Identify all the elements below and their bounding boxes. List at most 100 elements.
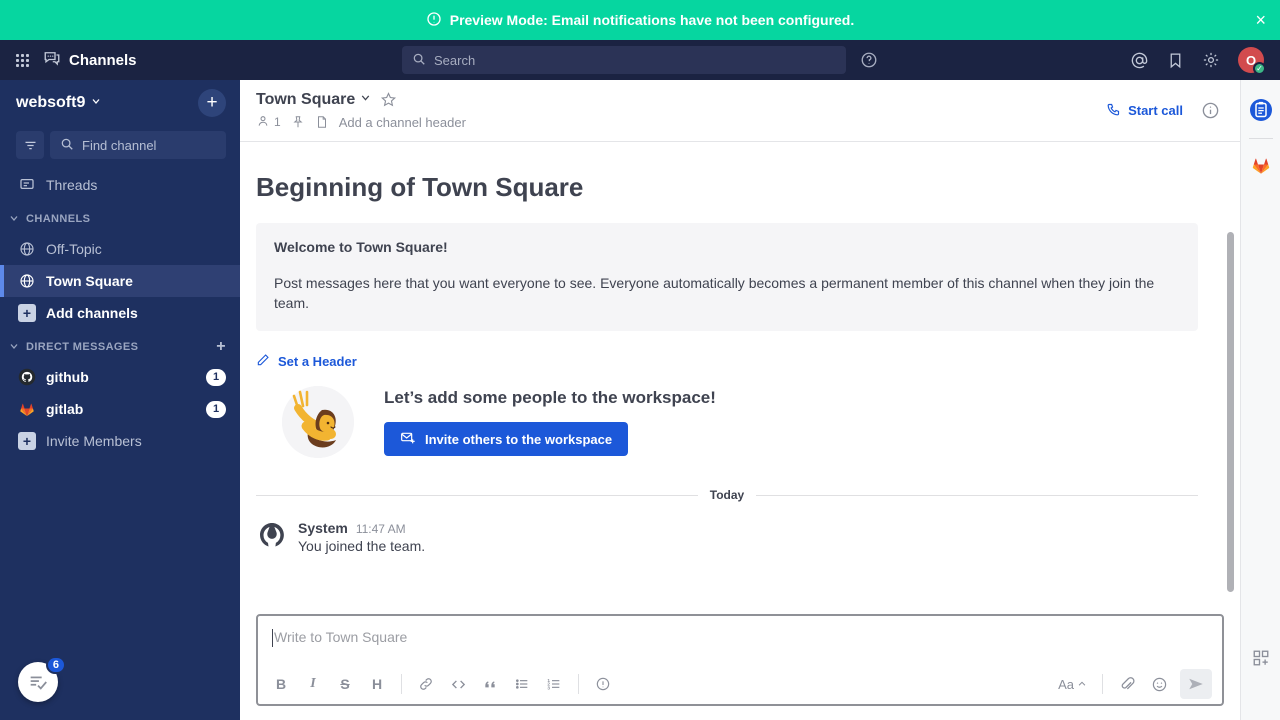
invite-others-button[interactable]: Invite others to the workspace: [384, 422, 629, 456]
search-placeholder: Search: [434, 52, 476, 68]
sidebar-item-label: Off-Topic: [46, 241, 102, 257]
message-input[interactable]: Write to Town Square: [258, 616, 1222, 664]
sidebar-category-channels[interactable]: CHANNELS: [0, 205, 240, 233]
open-direct-message-button[interactable]: +: [216, 339, 226, 355]
post-timestamp: 11:47 AM: [355, 522, 406, 536]
send-button[interactable]: [1180, 669, 1212, 699]
channels-icon: [43, 49, 61, 71]
invite-people-block: Let’s add some people to the workspace! …: [278, 382, 1198, 462]
team-header: websoft9 +: [0, 80, 240, 125]
threads-icon: [18, 177, 36, 193]
avatar[interactable]: O ✓: [1238, 47, 1266, 75]
welcome-title: Welcome to Town Square!: [274, 239, 448, 255]
bold-icon[interactable]: B: [266, 669, 296, 699]
github-avatar-icon: [18, 368, 36, 386]
globe-icon: [18, 273, 36, 289]
pencil-icon: [256, 353, 270, 370]
start-call-button[interactable]: Start call: [1106, 102, 1183, 120]
message-composer: Write to Town Square B I S H 1 2 3 Aa: [240, 614, 1240, 720]
team-sidebar: websoft9 + Find channel Threads CHANNELS…: [0, 80, 240, 720]
star-outline-icon[interactable]: [380, 91, 397, 108]
onboarding-checklist-button[interactable]: 6: [18, 656, 66, 702]
file-icon[interactable]: [315, 115, 329, 129]
chevron-down-icon: [90, 94, 102, 112]
sidebar-item-add-channels[interactable]: + Add channels: [0, 297, 240, 329]
mattermost-app-window: Preview Mode: Email notifications have n…: [0, 0, 1280, 720]
gitlab-plugin-icon[interactable]: [1247, 151, 1275, 179]
set-a-header-button[interactable]: Set a Header: [256, 353, 1198, 370]
browse-or-create-channel-button[interactable]: +: [198, 88, 226, 117]
welcome-body: Post messages here that you want everyon…: [274, 275, 1155, 311]
sidebar-item-label: Add channels: [46, 305, 138, 321]
chevron-up-icon: [1077, 677, 1087, 692]
sidebar-item-off-topic[interactable]: Off-Topic: [0, 233, 240, 265]
sidebar-item-threads[interactable]: Threads: [0, 169, 240, 201]
sidebar-item-label: Invite Members: [46, 433, 142, 449]
chevron-down-icon: [8, 212, 20, 227]
product-switcher-grid-icon[interactable]: [16, 53, 29, 67]
channel-title-dropdown[interactable]: Town Square: [256, 91, 372, 109]
sidebar-item-town-square[interactable]: Town Square: [0, 265, 240, 297]
post-row: System 11:47 AM You joined the team.: [256, 516, 1198, 566]
channel-member-count[interactable]: 1: [256, 114, 281, 131]
plus-square-icon: +: [18, 304, 36, 322]
message-input-placeholder: Write to Town Square: [274, 629, 408, 645]
search-icon: [412, 52, 426, 69]
at-mention-icon[interactable]: [1130, 51, 1149, 70]
code-icon[interactable]: [443, 669, 473, 699]
post-list-scrollbar[interactable]: [1227, 232, 1234, 592]
category-label: CHANNELS: [26, 213, 91, 225]
mattermost-system-avatar-icon[interactable]: [256, 520, 288, 552]
find-channel-input[interactable]: Find channel: [50, 131, 226, 159]
channel-view: Town Square 1 Add a channel header Start…: [240, 80, 1240, 720]
info-icon[interactable]: [588, 669, 618, 699]
settings-gear-icon[interactable]: [1202, 51, 1220, 69]
chevron-down-icon: [8, 340, 20, 355]
toggle-formatting-button[interactable]: Aa: [1052, 677, 1093, 692]
quote-icon[interactable]: [475, 669, 505, 699]
team-name-button[interactable]: websoft9: [16, 94, 102, 112]
onboarding-badge: 6: [45, 656, 66, 674]
globe-icon: [18, 241, 36, 257]
ordered-list-icon[interactable]: 1 2 3: [539, 669, 569, 699]
page-title: Town Square: [256, 90, 356, 108]
app-bar: [1240, 80, 1280, 720]
link-icon[interactable]: [411, 669, 441, 699]
app-marketplace-grid-icon[interactable]: [1247, 644, 1275, 672]
post-author[interactable]: System: [298, 520, 348, 536]
close-icon[interactable]: ×: [1255, 11, 1266, 29]
find-channel-placeholder: Find channel: [82, 137, 157, 153]
sidebar-category-direct-messages[interactable]: DIRECT MESSAGES +: [0, 333, 240, 361]
filter-icon[interactable]: [16, 131, 44, 159]
channel-intro-title: Beginning of Town Square: [256, 172, 584, 202]
category-label: DIRECT MESSAGES: [26, 341, 139, 353]
channel-header: Town Square 1 Add a channel header Start…: [240, 80, 1240, 142]
heading-icon[interactable]: H: [362, 669, 392, 699]
paperclip-icon[interactable]: [1112, 669, 1142, 699]
unread-badge: 1: [206, 400, 226, 418]
info-circle-icon[interactable]: [1201, 101, 1220, 120]
add-channel-header-button[interactable]: Add a channel header: [339, 115, 466, 130]
set-header-label: Set a Header: [278, 354, 357, 369]
sidebar-channel-list: Threads CHANNELS Off-Topic Town Square +…: [0, 165, 240, 720]
sidebar-item-github[interactable]: github 1: [0, 361, 240, 393]
formatting-toolbar: B I S H 1 2 3 Aa: [258, 664, 1222, 704]
strikethrough-icon[interactable]: S: [330, 669, 360, 699]
italic-icon[interactable]: I: [298, 669, 328, 699]
playbooks-icon[interactable]: [1247, 96, 1275, 124]
alert-circle-icon: [426, 11, 442, 30]
search-input[interactable]: Search: [402, 46, 846, 74]
date-separator: Today: [256, 488, 1199, 502]
saved-posts-flag-icon[interactable]: [1167, 52, 1184, 69]
sidebar-item-gitlab[interactable]: gitlab 1: [0, 393, 240, 425]
emoji-smile-icon[interactable]: [1144, 669, 1174, 699]
help-circle-icon[interactable]: [860, 51, 878, 69]
sidebar-item-label: Town Square: [46, 273, 133, 289]
channel-welcome-box: Welcome to Town Square! Post messages he…: [256, 223, 1198, 331]
sidebar-item-invite-members[interactable]: + Invite Members: [0, 425, 240, 457]
product-menu-button[interactable]: Channels: [43, 49, 137, 71]
bulleted-list-icon[interactable]: [507, 669, 537, 699]
search-icon: [60, 137, 74, 154]
pin-icon[interactable]: [291, 115, 305, 129]
invite-title: Let’s add some people to the workspace!: [384, 388, 716, 407]
